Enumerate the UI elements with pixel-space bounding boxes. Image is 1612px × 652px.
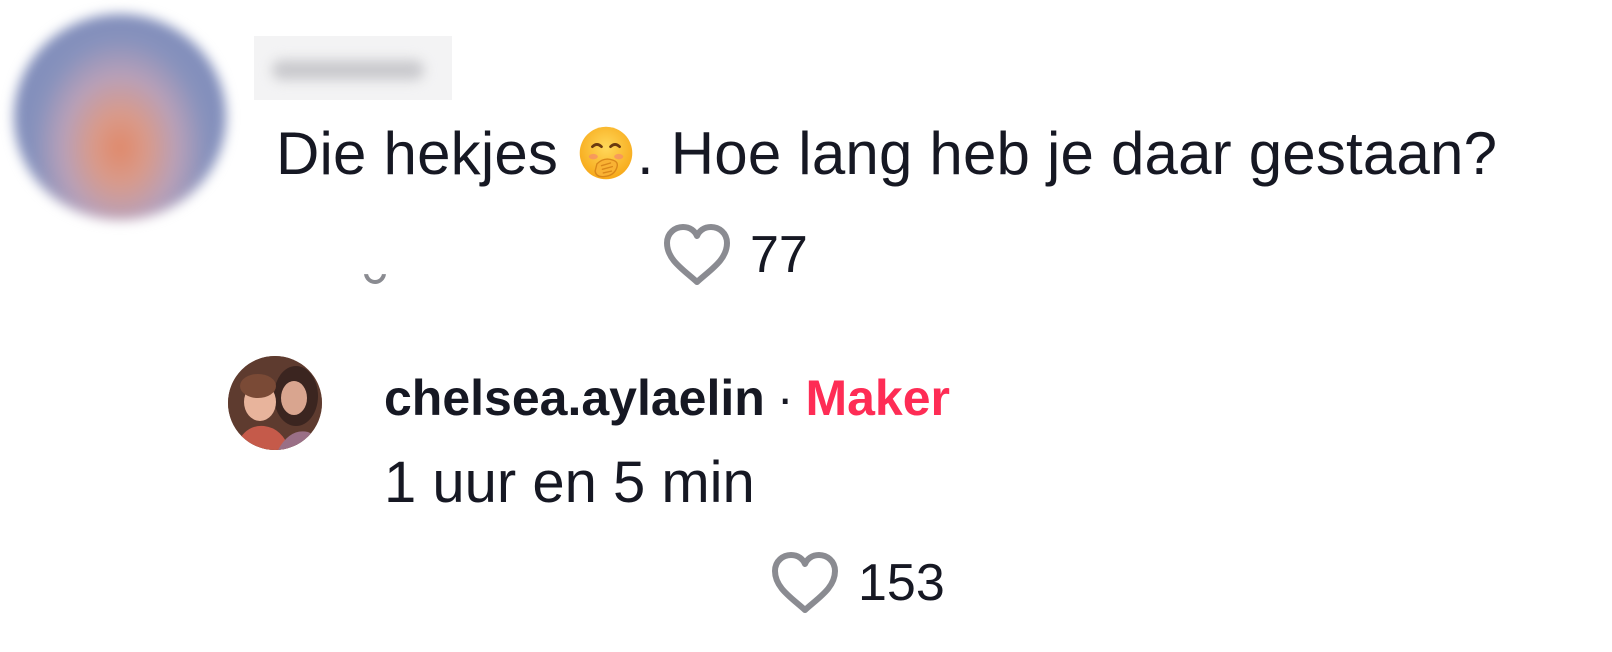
reply-avatar[interactable] [228, 356, 322, 450]
heart-outline-icon[interactable] [662, 222, 732, 288]
reply-like-button[interactable]: 153 [770, 550, 945, 616]
comment-text: Die hekjes . Hoe lang heb je daar gestaa… [276, 116, 1497, 192]
partial-icon-fragment [364, 270, 386, 288]
comment-like-count: 77 [750, 226, 808, 284]
reply-like-count: 153 [858, 554, 945, 612]
redaction-blur [272, 60, 424, 80]
avatar[interactable] [14, 14, 226, 220]
maker-badge: Maker [805, 370, 950, 426]
reply-text: 1 uur en 5 min [384, 450, 755, 515]
comment-text-start: Die hekjes [276, 120, 576, 187]
username-redacted[interactable] [254, 36, 452, 100]
reply-username[interactable]: chelsea.aylaelin [384, 370, 765, 426]
comment-thread: Die hekjes . Hoe lang heb je daar gestaa… [0, 0, 1612, 652]
separator-dot: · [776, 370, 794, 426]
comment-like-button[interactable]: 77 [662, 222, 808, 288]
heart-outline-icon[interactable] [770, 550, 840, 616]
face-with-hand-over-mouth-emoji-icon [579, 126, 633, 180]
reply-header: chelsea.aylaelin · Maker [384, 368, 950, 428]
profile-photo [228, 356, 322, 450]
comment-text-end: . Hoe lang heb je daar gestaan? [637, 120, 1498, 187]
